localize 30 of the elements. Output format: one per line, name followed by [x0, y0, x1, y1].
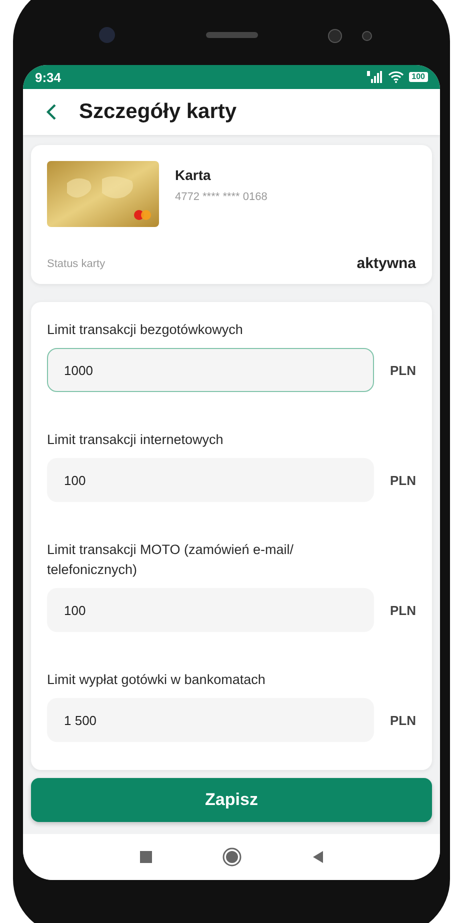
- page-title: Szczegóły karty: [79, 100, 237, 124]
- camera-icon: [99, 27, 115, 43]
- wifi-icon: [388, 71, 404, 84]
- sensor-icon: [362, 31, 372, 41]
- back-icon[interactable]: [45, 103, 57, 122]
- limit-label: Limit wypłat gotówki w bankomatach: [47, 671, 266, 689]
- limit-label: Limit transakcji MOTO (zamówień e-mail/ telefonicznych): [47, 541, 295, 579]
- signal-icon: [366, 71, 383, 84]
- sensor-icon: [328, 29, 342, 43]
- limit-label: Limit transakcji bezgotówkowych: [47, 321, 244, 339]
- limit-input-field[interactable]: 100: [47, 588, 374, 632]
- limit-input-field[interactable]: 1 500: [47, 698, 374, 742]
- limit-input-field[interactable]: 100: [47, 458, 374, 502]
- card-number: 4772 **** **** 0168: [175, 191, 268, 203]
- currency-label: PLN: [390, 472, 416, 488]
- battery-icon: 100: [408, 72, 428, 82]
- status-value: aktywna: [356, 255, 416, 272]
- back-icon[interactable]: [312, 850, 324, 864]
- currency-label: PLN: [390, 362, 416, 378]
- home-icon[interactable]: [222, 847, 242, 867]
- currency-label: PLN: [390, 712, 416, 728]
- limit-input-field[interactable]: 1000: [47, 348, 374, 392]
- card-name: Karta: [175, 167, 212, 183]
- recents-icon[interactable]: [140, 851, 152, 863]
- limit-label: Limit transakcji internetowych: [47, 431, 224, 449]
- save-button[interactable]: Zapisz: [31, 778, 432, 822]
- status-label: Status karty: [47, 258, 106, 270]
- currency-label: PLN: [390, 602, 416, 618]
- speaker-icon: [206, 32, 258, 38]
- status-time: 9:34: [35, 70, 62, 85]
